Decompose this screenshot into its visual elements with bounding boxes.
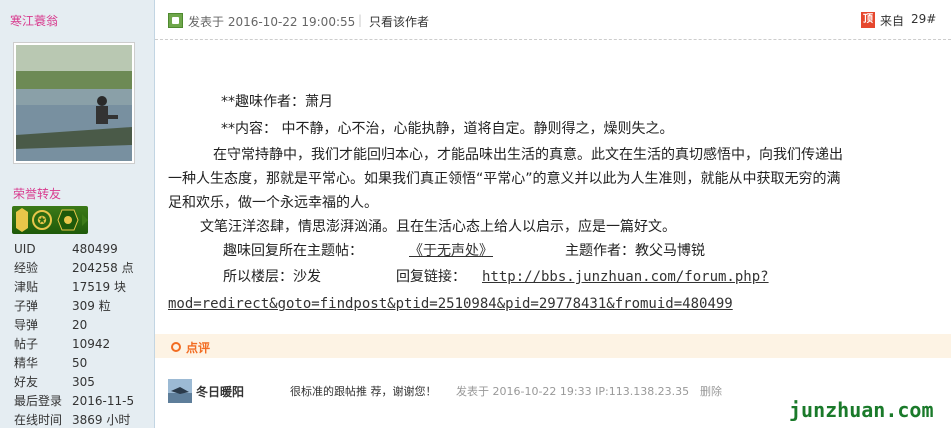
author-avatar[interactable] (13, 42, 135, 164)
avatar-photo-icon (16, 45, 132, 161)
author-stats: UID 480499 经验 204258 点 津贴 17519 块 子弹 309 粒 导… (14, 240, 154, 428)
comment-icon (171, 342, 181, 352)
stat-allowance: 津贴 17519 块 (14, 280, 126, 294)
paragraph-1a: 在守常持静中，我们才能回归本心，才能品味出生活的真意。此文在生活的真切感悟中，向… (213, 147, 843, 163)
reply-link-label: 回复链接： (396, 269, 466, 285)
reply-url-line-2[interactable]: mod=redirect&goto=findpost&ptid=2510984&… (168, 292, 733, 316)
topic-author: 主题作者：教父马博锐 (565, 243, 705, 259)
comment-delete-link[interactable]: 删除 (700, 383, 722, 399)
commenter-name[interactable]: 冬日暖阳 (196, 383, 244, 400)
stat-digest[interactable]: 精华 50 (14, 354, 154, 373)
stat-bullets: 子弹 309 粒 (14, 299, 111, 313)
paragraph-1c: 足和欢乐，做一个永远幸福的人。 (168, 195, 378, 211)
header-separator: | (358, 13, 363, 27)
stat-missiles: 导弹 20 (14, 318, 88, 332)
author-sidebar: 寒江蓑翁 荣誉转友 ✪ UID 480499 经验 204258 点 津贴 17519… (0, 0, 155, 428)
comment-section-header: 点评 (155, 334, 951, 358)
post-timestamp: 发表于 2016-10-22 19:00:55 (188, 15, 356, 29)
comment-text: 很标准的跟帖推 荐，谢谢您！ (290, 385, 437, 398)
stat-online-time: 在线时间 3869 小时 (14, 413, 131, 427)
floor-number[interactable]: 29# (911, 12, 936, 26)
reply-topic-label: 趣味回复所在主题帖： (223, 243, 363, 259)
reply-url-line-1[interactable]: http://bbs.junzhuan.com/forum.php? (482, 265, 769, 289)
comment-section-title: 点评 (186, 341, 211, 355)
medal-badges[interactable]: ✪ (12, 206, 88, 234)
site-watermark: junzhuan.com (789, 398, 934, 422)
floor-label: 所以楼层：沙发 (223, 269, 321, 285)
top-post-icon[interactable]: 顶 (861, 12, 875, 28)
stat-last-login: 最后登录 2016-11-5 (14, 394, 135, 408)
author-username[interactable]: 寒江蓑翁 (10, 12, 58, 29)
only-author-link[interactable]: 只看该作者 (369, 13, 429, 30)
stat-friends[interactable]: 好友 305 (14, 373, 154, 392)
author-group[interactable]: 荣誉转友 (13, 185, 61, 202)
stat-experience: 经验 204258 点 (14, 261, 134, 275)
post-source: 来自 (880, 14, 905, 28)
commenter-avatar[interactable] (168, 379, 192, 403)
stat-uid: UID 480499 (14, 242, 118, 256)
post-header: 发表于 2016-10-22 19:00:55 | 只看该作者 顶 来自 29# (155, 0, 951, 40)
comment-meta: 发表于 2016-10-22 19:33 IP:113.138.23.35 (456, 385, 690, 398)
content-line: **内容： 中不静，心不治，心能执静，道将自定。静则得之，燥则失之。 (221, 121, 674, 137)
paragraph-2: 文笔汪洋恣肆，情思澎湃汹涌。且在生活心态上给人以启示，应是一篇好文。 (200, 219, 676, 235)
stat-posts[interactable]: 帖子 10942 (14, 335, 154, 354)
author-line: **趣味作者：萧月 (221, 94, 333, 110)
online-status-icon (168, 13, 183, 28)
commenter-photo-icon (168, 379, 192, 403)
paragraph-1b: 一种人生态度，那就是平常心。如果我们真正领悟“平常心”的意义并以此为人生准则，就… (168, 171, 841, 187)
reply-topic-link[interactable]: 《于无声处》 (409, 239, 493, 263)
svg-text:✪: ✪ (37, 214, 46, 227)
